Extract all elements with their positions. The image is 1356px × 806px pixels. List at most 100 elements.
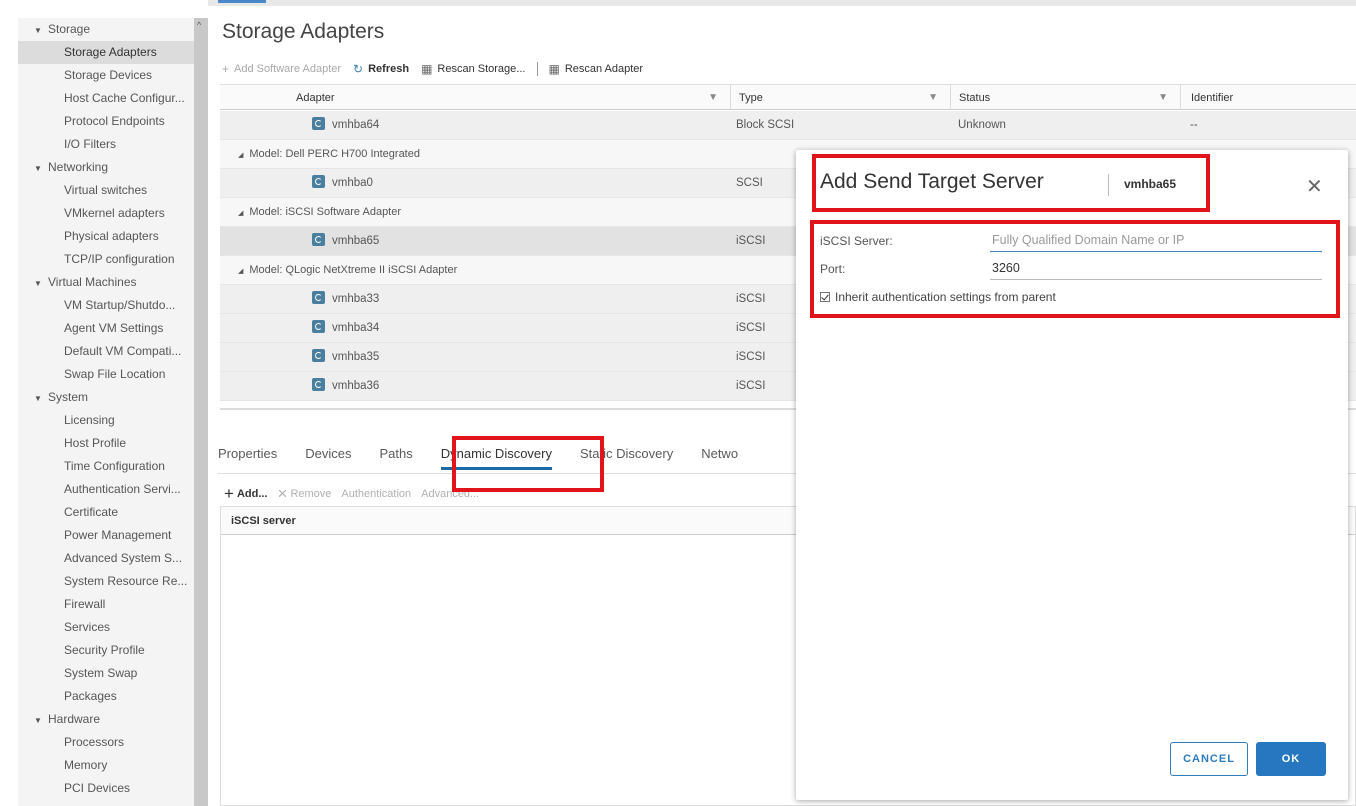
adapter-name: vmhba33 xyxy=(332,293,380,305)
caret-down-icon[interactable]: ▼ xyxy=(34,709,48,731)
sidebar-item[interactable]: Host Profile xyxy=(18,432,194,455)
add-software-adapter-button[interactable]: + Add Software Adapter xyxy=(222,62,341,76)
sidebar-item[interactable]: Virtual switches xyxy=(18,179,194,202)
authentication-button[interactable]: Authentication xyxy=(341,488,411,500)
caret-down-icon[interactable]: ▼ xyxy=(34,272,48,294)
column-header-adapter[interactable]: Adapter ▼ xyxy=(220,84,730,110)
sidebar-label: Virtual Machines xyxy=(48,275,137,289)
sidebar-item[interactable]: System Resource Re... xyxy=(18,570,194,593)
sidebar-item[interactable]: PCI Devices xyxy=(18,777,194,800)
sidebar-item[interactable]: VMkernel adapters xyxy=(18,202,194,225)
tab-netwo[interactable]: Netwo xyxy=(701,440,738,470)
sidebar-section[interactable]: ▼ Networking xyxy=(18,156,194,179)
sidebar-label: Physical adapters xyxy=(64,229,159,243)
table-row[interactable]: vmhba64 Block SCSI Unknown -- xyxy=(220,111,1356,140)
adapter-type: iSCSI xyxy=(736,235,766,247)
sidebar-item[interactable]: Host Cache Configur... xyxy=(18,87,194,110)
storage-adapter-icon xyxy=(312,349,325,362)
expand-triangle-icon[interactable]: ◢ xyxy=(238,268,243,275)
sidebar-item[interactable]: VM Startup/Shutdo... xyxy=(18,294,194,317)
sidebar-item[interactable]: Packages xyxy=(18,685,194,708)
sidebar-label: Hardware xyxy=(48,712,101,726)
column-header-identifier[interactable]: Identifier xyxy=(1180,84,1356,110)
cancel-button[interactable]: CANCEL xyxy=(1170,742,1248,776)
caret-down-icon[interactable]: ▼ xyxy=(34,157,48,179)
sidebar-item[interactable]: I/O Filters xyxy=(18,133,194,156)
ok-button[interactable]: OK xyxy=(1256,742,1326,776)
sidebar-item[interactable]: Physical adapters xyxy=(18,225,194,248)
sidebar-item[interactable]: Power Management xyxy=(18,524,194,547)
expand-triangle-icon[interactable]: ◢ xyxy=(238,152,243,159)
filter-icon[interactable]: ▼ xyxy=(1158,85,1168,111)
sidebar-item[interactable]: Services xyxy=(18,616,194,639)
sidebar-item[interactable]: Memory xyxy=(18,754,194,777)
advanced-button[interactable]: Advanced... xyxy=(421,488,479,500)
filter-icon[interactable]: ▼ xyxy=(708,85,718,111)
sidebar-section[interactable]: ▼ Virtual Machines xyxy=(18,271,194,294)
adapter-type: iSCSI xyxy=(736,351,766,363)
sidebar-label: Virtual switches xyxy=(64,183,148,197)
rescan-adapter-icon: ▦ xyxy=(548,62,560,76)
sidebar-label: Time Configuration xyxy=(64,459,165,473)
refresh-button[interactable]: ↻ Refresh xyxy=(353,62,409,76)
rescan-adapter-button[interactable]: ▦ Rescan Adapter xyxy=(548,62,643,76)
sidebar-label: VMkernel adapters xyxy=(64,206,165,220)
sidebar-section[interactable]: ▼ Storage xyxy=(18,18,194,41)
sidebar-label: System xyxy=(48,390,89,404)
sidebar-item[interactable]: Firewall xyxy=(18,593,194,616)
storage-adapter-icon xyxy=(312,117,325,130)
sidebar-item[interactable]: TCP/IP configuration xyxy=(18,248,194,271)
sidebar-label: System Swap xyxy=(64,666,138,680)
inherit-auth-checkbox[interactable]: Inherit authentication settings from par… xyxy=(820,290,1056,304)
remove-button[interactable]: × Remove xyxy=(278,484,332,504)
sidebar-label: I/O Filters xyxy=(64,137,117,151)
tab-paths[interactable]: Paths xyxy=(380,440,413,470)
port-input[interactable] xyxy=(990,256,1322,280)
sidebar-item[interactable]: Advanced System S... xyxy=(18,547,194,570)
adapter-name: vmhba35 xyxy=(332,351,380,363)
sidebar-nav: ▼ Storage Storage Adapters Storage Devices H… xyxy=(18,18,194,806)
sidebar-scrollbar[interactable]: ^ xyxy=(194,18,208,806)
sidebar-item[interactable]: Default VM Compati... xyxy=(18,340,194,363)
scroll-up-icon[interactable]: ^ xyxy=(197,20,201,30)
add-software-adapter-label: Add Software Adapter xyxy=(234,63,342,75)
checkbox-checked-icon[interactable] xyxy=(820,292,830,302)
sidebar-section[interactable]: ▼ System xyxy=(18,386,194,409)
close-icon: × xyxy=(277,484,288,503)
column-header-status[interactable]: Status ▼ xyxy=(950,84,1180,110)
caret-down-icon[interactable]: ▼ xyxy=(34,387,48,409)
add-button[interactable]: + Add... xyxy=(224,484,268,504)
adapter-name: vmhba0 xyxy=(332,177,373,189)
dialog-title-separator xyxy=(1108,174,1109,196)
sidebar-item[interactable]: Agent VM Settings xyxy=(18,317,194,340)
column-header-type[interactable]: Type ▼ xyxy=(730,84,950,110)
sidebar-item[interactable]: Swap File Location xyxy=(18,363,194,386)
storage-adapter-icon xyxy=(312,233,325,246)
sidebar-item[interactable]: Protocol Endpoints xyxy=(18,110,194,133)
sidebar-item[interactable]: Processors xyxy=(18,731,194,754)
tab-properties[interactable]: Properties xyxy=(218,440,277,470)
sidebar-item[interactable]: Storage Devices xyxy=(18,64,194,87)
sidebar-item[interactable]: Certificate xyxy=(18,501,194,524)
tab-devices[interactable]: Devices xyxy=(305,440,351,470)
expand-triangle-icon[interactable]: ◢ xyxy=(238,210,243,217)
sidebar-item[interactable]: Time Configuration xyxy=(18,455,194,478)
sidebar-item[interactable]: Authentication Servi... xyxy=(18,478,194,501)
sidebar-item[interactable]: Storage Adapters xyxy=(18,41,194,64)
adapter-type: Block SCSI xyxy=(736,119,795,131)
sidebar-item[interactable]: System Swap xyxy=(18,662,194,685)
adapter-name: vmhba65 xyxy=(332,235,380,247)
close-icon[interactable]: ✕ xyxy=(1306,174,1323,199)
sidebar-label: Default VM Compati... xyxy=(64,344,182,358)
caret-down-icon[interactable]: ▼ xyxy=(34,19,48,41)
sidebar-item[interactable]: Licensing xyxy=(18,409,194,432)
iscsi-server-input[interactable] xyxy=(990,228,1322,252)
rescan-storage-button[interactable]: ▦ Rescan Storage... xyxy=(421,62,525,76)
sidebar-item[interactable]: Security Profile xyxy=(18,639,194,662)
column-type-label: Type xyxy=(739,92,763,104)
sidebar-section[interactable]: ▼ Hardware xyxy=(18,708,194,731)
tab-static-discovery[interactable]: Static Discovery xyxy=(580,440,673,470)
storage-adapter-icon xyxy=(312,175,325,188)
filter-icon[interactable]: ▼ xyxy=(928,85,938,111)
tab-dynamic-discovery[interactable]: Dynamic Discovery xyxy=(440,440,552,470)
